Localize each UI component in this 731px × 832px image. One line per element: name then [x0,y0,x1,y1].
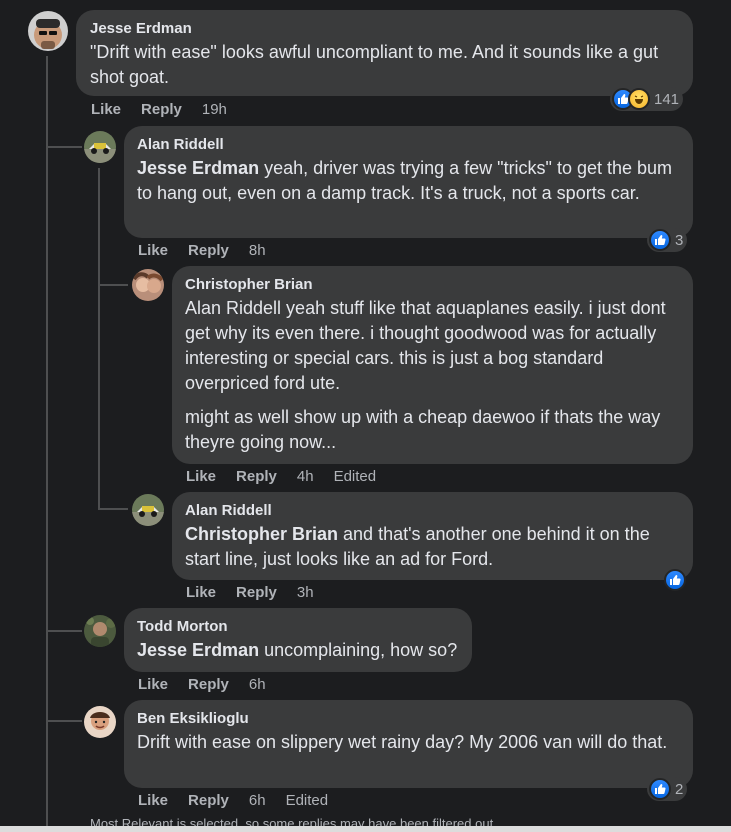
like-button[interactable]: Like [186,468,216,485]
thread-line-main [46,56,48,826]
reaction-count: 2 [675,780,684,798]
comment-bubble: Ben Eksiklioglu Drift with ease on slipp… [124,700,693,788]
avatar[interactable] [28,11,68,51]
reply-button[interactable]: Reply [236,468,277,485]
reaction-summary[interactable]: 141 [610,87,684,111]
reply-button[interactable]: Reply [188,242,229,259]
comment-actions: Like Reply 8h [138,242,286,259]
reaction-count: 3 [675,231,684,249]
comment-actions: Like Reply 6h [138,676,286,693]
reply-button[interactable]: Reply [188,676,229,693]
comment-body: uncomplaining, how so? [259,640,458,660]
reply-button[interactable]: Reply [236,584,277,601]
comment-text: "Drift with ease" looks awful uncomplian… [90,42,659,87]
comment-actions: Like Reply 6h Edited [138,792,348,809]
comment-bubble: Jesse Erdman "Drift with ease" looks awf… [76,10,693,96]
avatar[interactable] [84,615,116,647]
thread-branch [98,508,128,510]
comment-timestamp[interactable]: 3h [297,584,314,601]
comment-timestamp[interactable]: 6h [249,676,266,693]
like-reaction-icon [664,569,686,591]
avatar[interactable] [132,269,164,301]
reply-button[interactable]: Reply [188,792,229,809]
thread-branch [46,630,82,632]
comment-bubble: Alan Riddell Jesse Erdman yeah, driver w… [124,126,693,238]
reaction-count: 141 [654,90,680,108]
comment-text: Jesse Erdman yeah, driver was trying a f… [137,156,681,206]
comment-bubble: Todd Morton Jesse Erdman uncomplaining, … [124,608,472,672]
thread-branch [46,720,82,722]
thread-line-sub [98,168,100,510]
like-reaction-icon [649,778,671,800]
comment-timestamp[interactable]: 8h [249,242,266,259]
comment-paragraph: Alan Riddell yeah stuff like that aquapl… [185,298,666,393]
mention-link[interactable]: Jesse Erdman [137,640,259,660]
comment-author[interactable]: Alan Riddell [185,502,681,519]
reply-button[interactable]: Reply [141,101,182,118]
comment-text: Christopher Brian and that's another one… [185,522,681,572]
comment-author[interactable]: Todd Morton [137,618,460,635]
comment-timestamp[interactable]: 6h [249,792,266,809]
like-button[interactable]: Like [138,242,168,259]
reaction-summary[interactable]: 3 [647,228,688,252]
like-button[interactable]: Like [138,676,168,693]
comment-text: Alan Riddell yeah stuff like that aquapl… [185,296,681,455]
avatar[interactable] [132,494,164,526]
comment-actions: Like Reply 19h [91,101,247,118]
comment-author[interactable]: Jesse Erdman [90,20,681,37]
like-button[interactable]: Like [186,584,216,601]
mention-link[interactable]: Jesse Erdman [137,158,259,178]
thread-branch [98,284,128,286]
reaction-summary[interactable]: 2 [647,777,688,801]
mention-link[interactable]: Christopher Brian [185,524,338,544]
comment-author[interactable]: Christopher Brian [185,276,681,293]
bottom-edge [0,826,731,832]
comment-paragraph: might as well show up with a cheap daewo… [185,407,661,452]
comment-bubble: Alan Riddell Christopher Brian and that'… [172,492,693,580]
comment-bubble: Christopher Brian Alan Riddell yeah stuf… [172,266,693,464]
comment-actions: Like Reply 3h [186,584,334,601]
thread-branch [46,146,82,148]
avatar[interactable] [84,131,116,163]
comment-author[interactable]: Ben Eksiklioglu [137,710,681,727]
comment-text: Jesse Erdman uncomplaining, how so? [137,638,460,663]
comment-author[interactable]: Alan Riddell [137,136,681,153]
reaction-summary[interactable] [664,568,686,592]
edited-label: Edited [333,468,377,485]
haha-reaction-icon [628,88,650,110]
like-reaction-icon [649,229,671,251]
comment-actions: Like Reply 4h Edited [186,468,396,485]
like-button[interactable]: Like [91,101,121,118]
edited-label: Edited [285,792,329,809]
avatar[interactable] [84,706,116,738]
comment-timestamp[interactable]: 4h [297,468,314,485]
comment-text: Drift with ease on slippery wet rainy da… [137,732,668,752]
like-button[interactable]: Like [138,792,168,809]
comment-timestamp[interactable]: 19h [202,101,227,118]
